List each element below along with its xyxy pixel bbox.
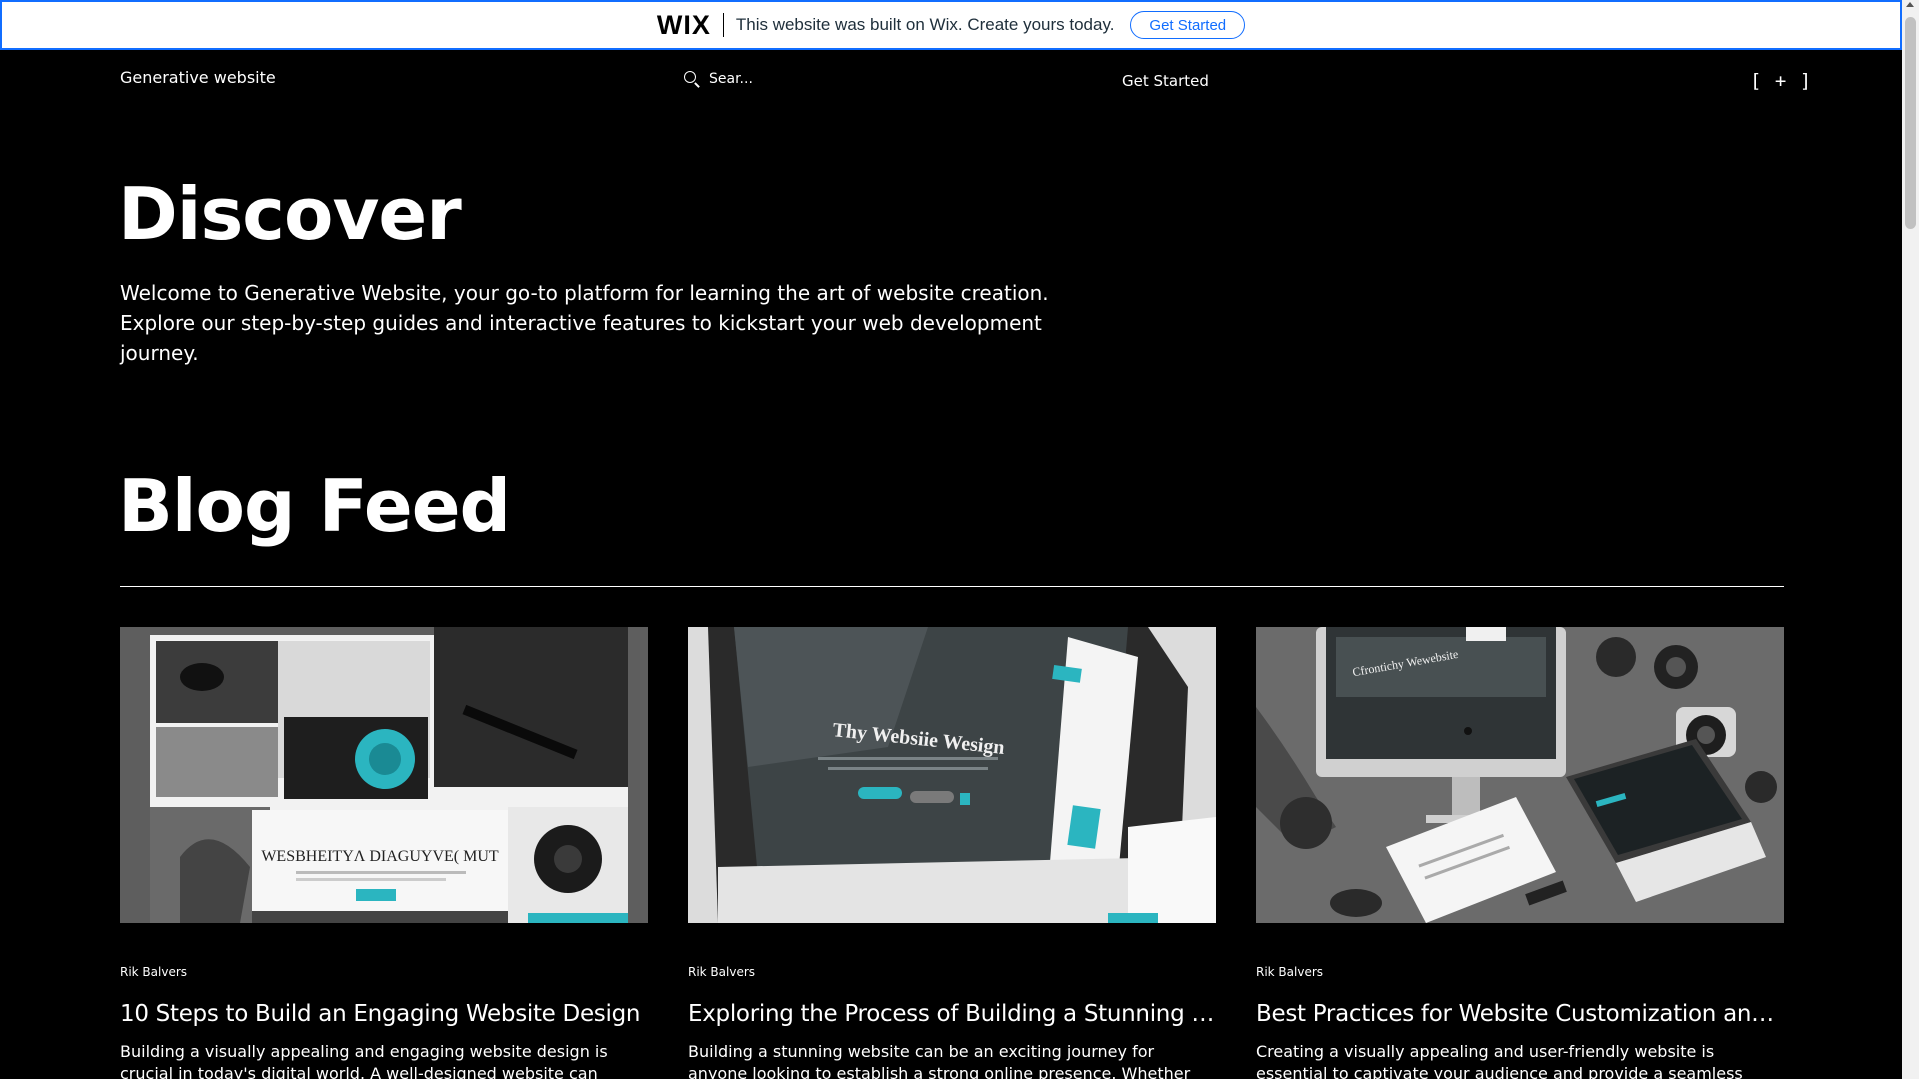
hero-title: Discover <box>118 172 462 256</box>
site-header: Generative website Get Started [ + ] <box>0 50 1902 110</box>
post-image[interactable]: Cfrontichy Wewebsite <box>1256 627 1784 923</box>
banner-message: This website was built on Wix. Create yo… <box>735 15 1115 34</box>
post-image-caption: WESBHEITYɅ DIAGUYVE( MUT <box>261 848 499 865</box>
post-image[interactable]: WESBHEITYɅ DIAGUYVE( MUT <box>120 627 648 923</box>
post-image[interactable]: Thy Websiie Wesign <box>688 627 1216 923</box>
section-divider <box>120 586 1784 587</box>
site-name[interactable]: Generative website <box>120 68 276 87</box>
post-author[interactable]: Rik Balvers <box>120 965 648 979</box>
post-title[interactable]: Best Practices for Website Customization… <box>1256 1001 1784 1027</box>
post-author[interactable]: Rik Balvers <box>1256 965 1784 979</box>
post-excerpt: Building a visually appealing and engagi… <box>120 1042 608 1079</box>
hero-description: Welcome to Generative Website, your go-t… <box>120 281 1049 365</box>
wix-banner: WIX This website was built on Wix. Creat… <box>0 0 1902 50</box>
banner-get-started-button[interactable]: Get Started <box>1130 11 1246 39</box>
post-excerpt: Building a stunning website can be an ex… <box>688 1042 1191 1079</box>
post-title[interactable]: Exploring the Process of Building a Stun… <box>688 1001 1216 1027</box>
nav-get-started-link[interactable]: Get Started <box>1122 72 1209 90</box>
search-icon[interactable] <box>683 70 701 88</box>
blog-feed-title: Blog Feed <box>118 464 511 548</box>
wix-logo[interactable]: WIX <box>657 10 711 41</box>
post-excerpt: Creating a visually appealing and user-f… <box>1256 1042 1743 1079</box>
banner-separator <box>722 13 724 37</box>
scroll-up-arrow-icon[interactable] <box>1906 2 1914 7</box>
blog-post-card[interactable]: Thy Websiie Wesign Rik Balvers Exploring… <box>688 627 1216 1079</box>
post-title[interactable]: 10 Steps to Build an Engaging Website De… <box>120 1001 648 1027</box>
blog-post-card[interactable]: WESBHEITYɅ DIAGUYVE( MUT Rik Balvers 10 … <box>120 627 648 1079</box>
blog-post-card[interactable]: Cfrontichy Wewebsite Rik Balvers Best Pr… <box>1256 627 1784 1079</box>
plus-menu-button[interactable]: [ + ] <box>1750 70 1812 92</box>
post-author[interactable]: Rik Balvers <box>688 965 1216 979</box>
scroll-thumb[interactable] <box>1905 17 1916 229</box>
search-bar[interactable] <box>683 70 883 88</box>
search-input[interactable] <box>709 71 869 87</box>
page-scrollbar[interactable] <box>1902 0 1919 1079</box>
